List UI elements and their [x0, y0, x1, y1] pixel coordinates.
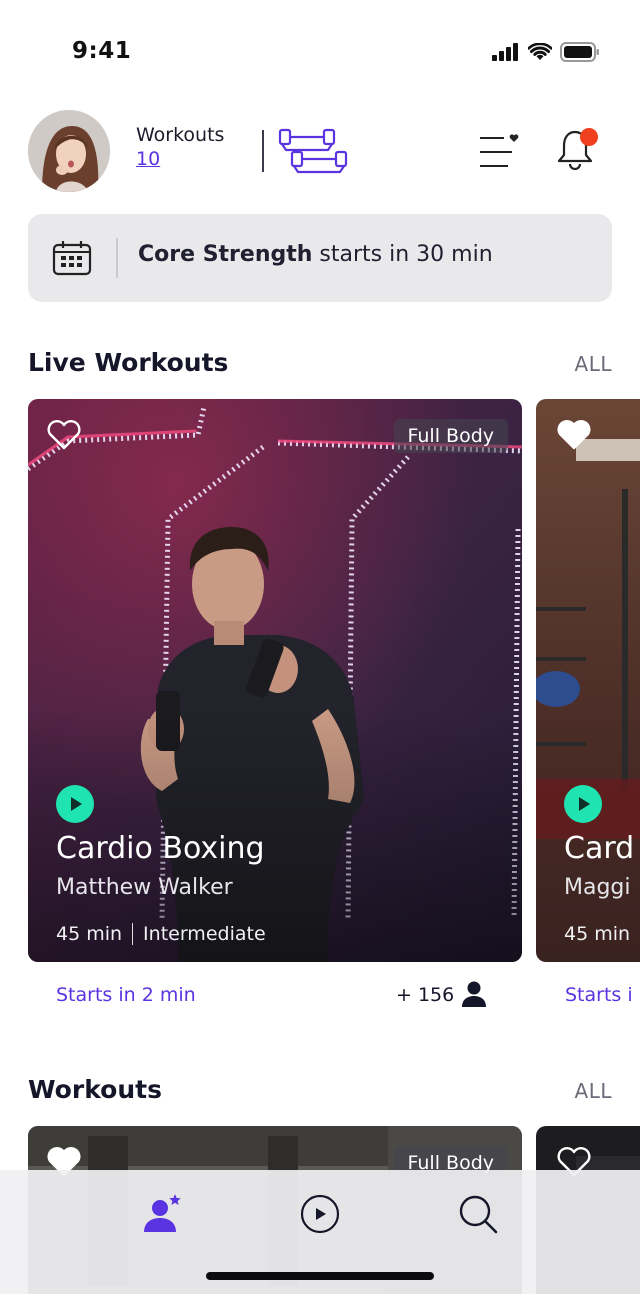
avatar[interactable]: [28, 110, 110, 192]
favorite-heart-icon[interactable]: [46, 419, 82, 451]
live-workout-card[interactable]: Card Maggi 45 min: [536, 399, 640, 962]
participants-person-icon: [462, 981, 486, 1007]
workout-duration: 45 min: [564, 923, 631, 945]
meta-divider: [132, 923, 134, 945]
trainer-name: Maggi: [564, 875, 631, 900]
play-button[interactable]: [564, 785, 602, 823]
trainer-name: Matthew Walker: [56, 875, 233, 900]
upcoming-text: Core Strength starts in 30 min: [138, 242, 493, 267]
workouts-label: Workouts: [136, 124, 225, 146]
bottom-tab-bar: [0, 1170, 640, 1294]
workout-meta: 45 min: [564, 923, 630, 945]
starts-in-label: Starts in 2 min: [56, 984, 196, 1006]
search-icon: [459, 1195, 498, 1234]
favorites-menu-icon[interactable]: [478, 134, 522, 170]
workout-title: Card: [564, 831, 635, 866]
tab-videos[interactable]: [298, 1192, 342, 1236]
status-icons: [492, 42, 600, 62]
dumbbell-rack-icon[interactable]: [278, 126, 350, 176]
live-workouts-title: Live Workouts: [28, 348, 229, 377]
workouts-title: Workouts: [28, 1075, 162, 1104]
live-workouts-all-link[interactable]: ALL: [575, 352, 612, 376]
participants-count: + 156: [396, 984, 455, 1006]
workout-title: Cardio Boxing: [56, 831, 265, 866]
workouts-counter[interactable]: Workouts 10: [136, 124, 224, 170]
calendar-icon: [52, 241, 92, 276]
favorite-heart-icon[interactable]: [556, 419, 592, 451]
play-circle-icon: [300, 1194, 340, 1234]
upcoming-workout-name: Core Strength: [138, 242, 313, 267]
status-bar: 9:41: [0, 0, 640, 100]
play-icon: [71, 797, 82, 811]
workouts-count-link[interactable]: 10: [136, 148, 224, 170]
workout-level: Intermediate: [143, 923, 266, 945]
workout-tag: Full Body: [393, 419, 508, 453]
profile-star-icon: [144, 1194, 181, 1232]
upcoming-workout-banner[interactable]: Core Strength starts in 30 min: [28, 214, 612, 302]
banner-divider: [116, 238, 118, 278]
upcoming-time-text: starts in 30 min: [312, 242, 493, 267]
live-workout-card[interactable]: Full Body Cardio Boxing Matthew Walker 4…: [28, 399, 522, 962]
home-indicator: [206, 1272, 434, 1280]
live-workouts-header: Live Workouts ALL: [28, 344, 612, 384]
notification-badge: [580, 128, 598, 146]
tab-profile[interactable]: [140, 1192, 184, 1236]
status-time: 9:41: [72, 38, 132, 64]
profile-header: Workouts 10: [28, 110, 612, 192]
starts-in-label: Starts i: [565, 984, 633, 1006]
workout-meta: 45 min Intermediate: [56, 923, 266, 945]
wifi-icon: [528, 43, 552, 60]
workouts-all-link[interactable]: ALL: [575, 1079, 612, 1103]
play-button[interactable]: [56, 785, 94, 823]
workouts-header: Workouts ALL: [28, 1071, 612, 1111]
header-divider: [262, 130, 264, 172]
cellular-signal-icon: [492, 43, 518, 61]
avatar-image: [28, 110, 110, 192]
workout-duration: 45 min: [56, 923, 123, 945]
tab-search[interactable]: [456, 1192, 500, 1236]
battery-icon: [560, 42, 599, 62]
play-icon: [579, 797, 590, 811]
